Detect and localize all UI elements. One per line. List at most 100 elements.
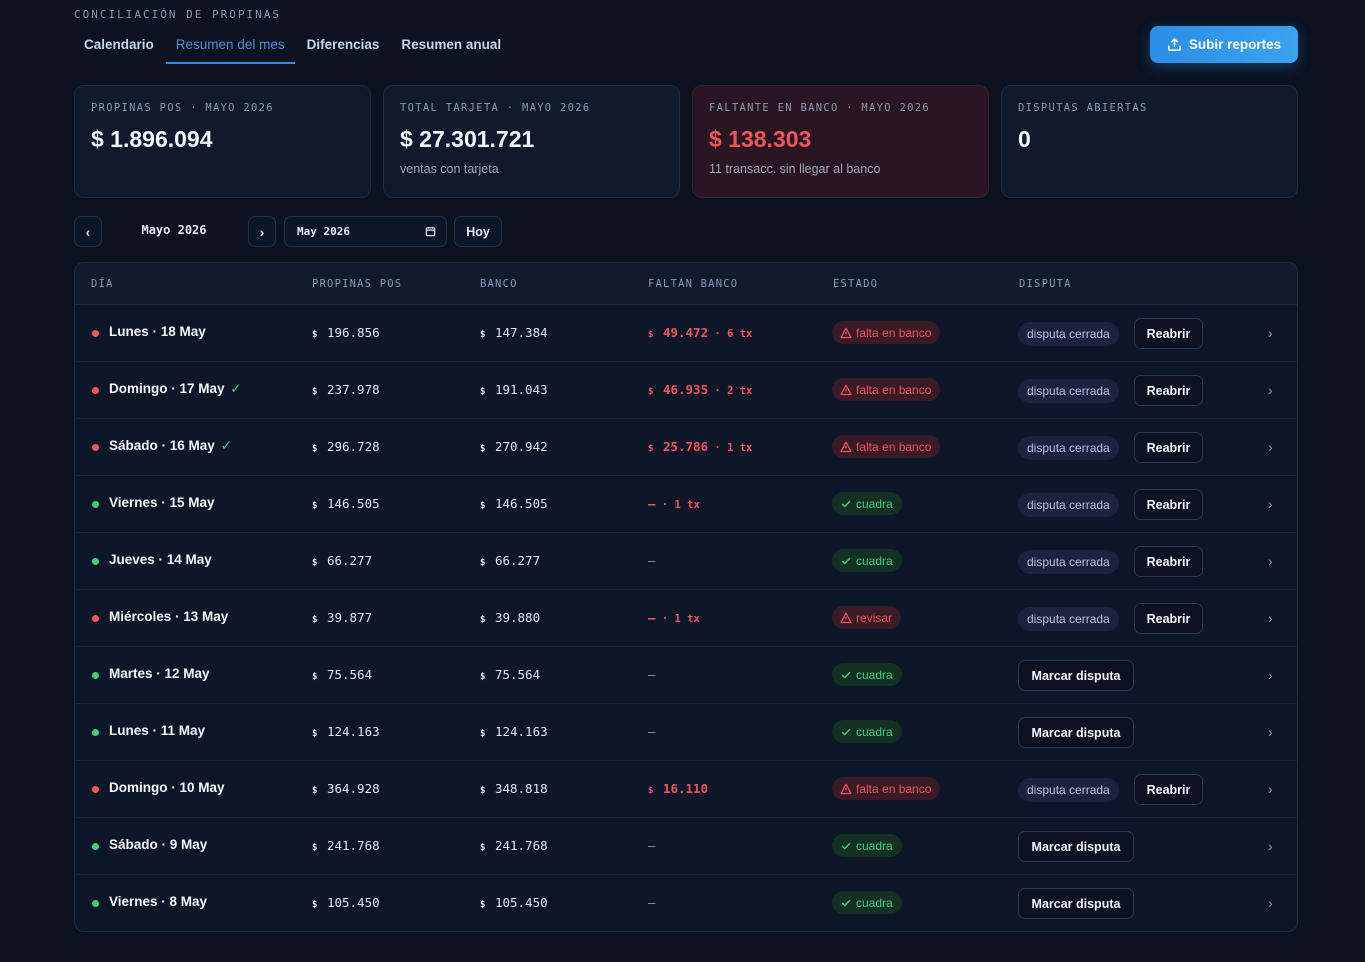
missing-amount: — <box>648 838 656 853</box>
bank-amount: 147.384 <box>494 325 548 340</box>
day-cell: Martes · 12 May <box>109 666 210 681</box>
mark-dispute-button[interactable]: Marcar disputa <box>1018 660 1134 691</box>
chevron-right-icon[interactable]: › <box>1268 895 1273 911</box>
reopen-dispute-button[interactable]: Reabrir <box>1134 603 1203 634</box>
currency-symbol: $ <box>480 786 486 796</box>
bank-amount: 146.505 <box>494 496 548 511</box>
table-row[interactable]: Viernes · 15 May $ 146.505 $ 146.505— · 1 … <box>75 476 1297 533</box>
table-row[interactable]: Miércoles · 13 May $ 39.877 $ 39.880— · 1 … <box>75 590 1297 647</box>
pos-amount: 146.505 <box>326 496 380 511</box>
table-row[interactable]: Domingo · 10 May $ 364.928 $ 348.818 $ 16.1… <box>75 761 1297 818</box>
next-month-button[interactable]: › <box>248 216 276 247</box>
card-subtitle: 11 transacc. sin llegar al banco <box>709 162 881 176</box>
prev-month-button[interactable]: ‹ <box>74 216 102 247</box>
today-button[interactable]: Hoy <box>454 216 502 247</box>
check-icon <box>841 728 851 735</box>
bank-amount: 75.564 <box>494 667 541 682</box>
pos-cell: $ 296.728 <box>312 439 380 454</box>
status-badge: cuadra <box>832 492 902 515</box>
bank-cell: $ 124.163 <box>480 724 548 739</box>
bank-amount: 105.450 <box>494 895 548 910</box>
bank-amount: 348.818 <box>494 781 548 796</box>
table-row[interactable]: Sábado · 9 May $ 241.768 $ 241.768— cuadra M… <box>75 818 1297 875</box>
currency-symbol: $ <box>312 615 318 625</box>
currency-symbol: $ <box>480 615 486 625</box>
upload-icon <box>1167 38 1181 51</box>
day-cell: Domingo · 17 May ✓ <box>109 381 242 397</box>
status-badge-label: cuadra <box>856 724 893 739</box>
table-row[interactable]: Domingo · 17 May ✓ $ 237.978 $ 191.043 $ 46… <box>75 362 1297 419</box>
pos-amount: 237.978 <box>326 382 380 397</box>
tab-bar: Calendario Resumen del mes Diferencias R… <box>74 30 513 64</box>
pos-cell: $ 237.978 <box>312 382 380 397</box>
chevron-right-icon[interactable]: › <box>1268 553 1273 569</box>
reopen-dispute-button[interactable]: Reabrir <box>1134 375 1203 406</box>
missing-amount: — <box>648 895 656 910</box>
reopen-dispute-button[interactable]: Reabrir <box>1134 774 1203 805</box>
currency-symbol: $ <box>312 900 318 910</box>
chevron-right-icon[interactable]: › <box>1268 610 1273 626</box>
missing-cell: — <box>648 724 656 739</box>
missing-cell: — <box>648 553 656 568</box>
table-row[interactable]: Sábado · 16 May ✓ $ 296.728 $ 270.942 $ 25.… <box>75 419 1297 476</box>
missing-cell: $ 25.786 · 1 tx <box>648 439 753 454</box>
status-badge: cuadra <box>832 720 902 743</box>
dispute-closed-tag: disputa cerrada <box>1018 493 1119 517</box>
month-picker-input[interactable]: May 2026 <box>284 216 447 247</box>
check-icon: ✓ <box>230 381 242 396</box>
reopen-dispute-button[interactable]: Reabrir <box>1134 489 1203 520</box>
chevron-right-icon[interactable]: › <box>1268 781 1273 797</box>
card-label: DISPUTAS ABIERTAS <box>1018 102 1148 114</box>
day-label: Sábado · 9 May <box>109 837 208 852</box>
status-dot <box>92 558 99 565</box>
day-label: Jueves · 14 May <box>109 552 212 567</box>
header-disputa: DISPUTA <box>1019 278 1072 290</box>
day-cell: Sábado · 16 May ✓ <box>109 438 232 454</box>
chevron-right-icon[interactable]: › <box>1268 382 1273 398</box>
calendar-icon <box>425 226 436 237</box>
upload-reports-button[interactable]: Subir reportes <box>1150 26 1298 63</box>
table-row[interactable]: Lunes · 11 May $ 124.163 $ 124.163— cuadra M… <box>75 704 1297 761</box>
dispute-closed-tag: disputa cerrada <box>1018 379 1119 403</box>
status-dot <box>92 387 99 394</box>
mark-dispute-button[interactable]: Marcar disputa <box>1018 717 1134 748</box>
mark-dispute-button[interactable]: Marcar disputa <box>1018 888 1134 919</box>
reopen-dispute-button[interactable]: Reabrir <box>1134 432 1203 463</box>
table-row[interactable]: Viernes · 8 May $ 105.450 $ 105.450— cuadra… <box>75 875 1297 931</box>
status-badge-label: falta en banco <box>856 781 932 796</box>
day-label: Miércoles · 13 May <box>109 609 229 624</box>
card-label: TOTAL TARJETA · MAYO 2026 <box>400 102 591 114</box>
missing-cell: — · 1 tx <box>648 610 700 625</box>
chevron-right-icon[interactable]: › <box>1268 724 1273 740</box>
card-subtitle: ventas con tarjeta <box>400 162 499 176</box>
table-row[interactable]: Jueves · 14 May $ 66.277 $ 66.277— cuadra di… <box>75 533 1297 590</box>
chevron-right-icon[interactable]: › <box>1268 838 1273 854</box>
chevron-right-icon[interactable]: › <box>1268 667 1273 683</box>
bank-cell: $ 66.277 <box>480 553 540 568</box>
table-row[interactable]: Martes · 12 May $ 75.564 $ 75.564— cuadra Ma… <box>75 647 1297 704</box>
bank-cell: $ 348.818 <box>480 781 548 796</box>
reopen-dispute-button[interactable]: Reabrir <box>1134 546 1203 577</box>
month-picker-value: May 2026 <box>297 225 350 238</box>
currency-symbol: $ <box>480 444 486 454</box>
mark-dispute-button[interactable]: Marcar disputa <box>1018 831 1134 862</box>
card-label: FALTANTE EN BANCO · MAYO 2026 <box>709 102 931 114</box>
header-banco: BANCO <box>480 278 518 290</box>
missing-tx-count: 1 tx <box>674 499 700 511</box>
tab-resumen-del-mes[interactable]: Resumen del mes <box>165 30 295 64</box>
tab-resumen-anual[interactable]: Resumen anual <box>391 30 511 64</box>
day-cell: Domingo · 10 May <box>109 780 225 795</box>
card-faltante-banco: FALTANTE EN BANCO · MAYO 2026 $ 138.303 … <box>692 85 989 198</box>
status-badge: falta en banco <box>832 435 941 458</box>
chevron-right-icon[interactable]: › <box>1268 439 1273 455</box>
tab-diferencias[interactable]: Diferencias <box>297 30 390 64</box>
app-title: CONCILIACIÓN DE PROPINAS <box>74 8 281 21</box>
pos-cell: $ 196.856 <box>312 325 380 340</box>
chevron-right-icon[interactable]: › <box>1268 496 1273 512</box>
status-badge: cuadra <box>832 891 902 914</box>
tab-calendario[interactable]: Calendario <box>74 30 164 64</box>
table-row[interactable]: Lunes · 18 May $ 196.856 $ 147.384 $ 49.472… <box>75 305 1297 362</box>
status-badge: cuadra <box>832 663 902 686</box>
reopen-dispute-button[interactable]: Reabrir <box>1134 318 1203 349</box>
chevron-right-icon[interactable]: › <box>1268 325 1273 341</box>
